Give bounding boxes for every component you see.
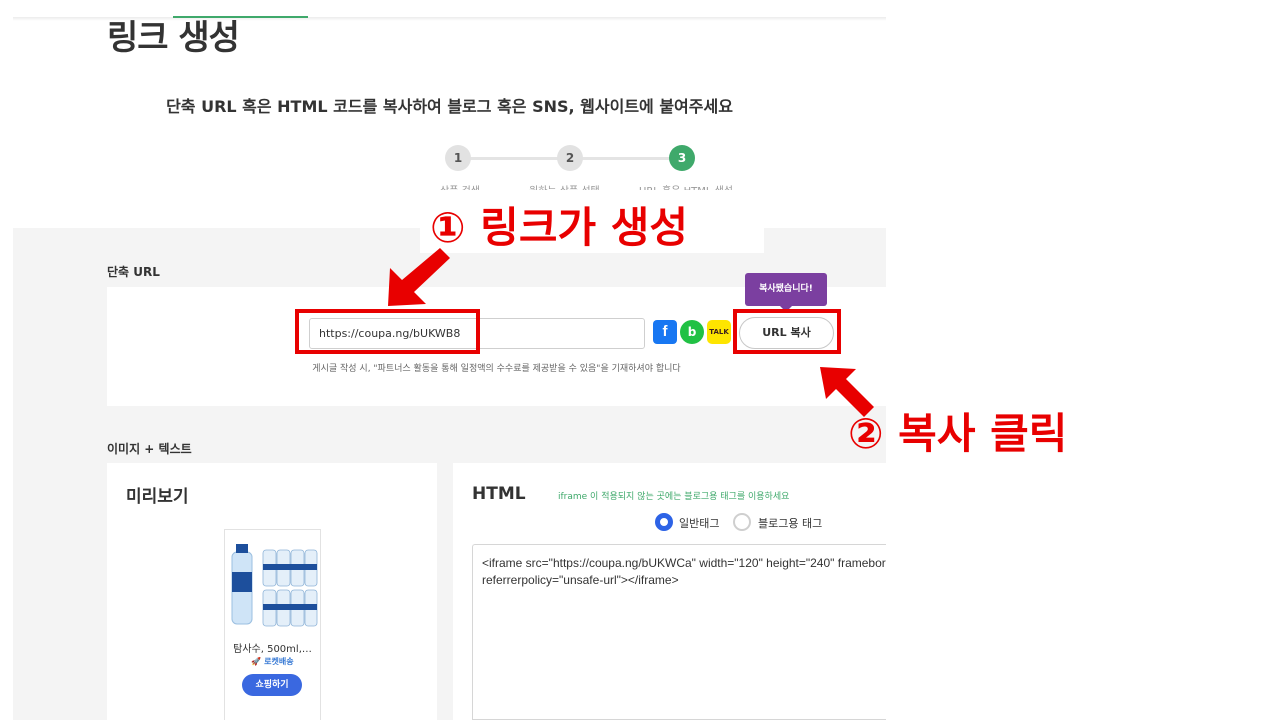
code-line-1: <iframe src="https://coupa.ng/bUKWCa" wi… xyxy=(482,556,886,570)
link-generator-page: 링크 생성 단축 URL 혹은 HTML 코드를 복사하여 블로그 혹은 SNS… xyxy=(13,0,886,720)
radio-blog-tag-label[interactable]: 블로그용 태그 xyxy=(758,515,822,531)
step-3-circle: 3 xyxy=(669,145,695,171)
iframe-note: iframe 이 적용되지 않는 곳에는 블로그용 태그를 이용하세요 xyxy=(558,492,790,502)
facebook-icon[interactable]: f xyxy=(653,320,677,344)
page-subtitle: 단축 URL 혹은 HTML 코드를 복사하여 블로그 혹은 SNS, 웹사이트… xyxy=(166,97,733,116)
product-widget: 탐사수, 500ml,… 🚀 로켓배송 쇼핑하기 xyxy=(224,529,321,720)
copy-button-highlight-box xyxy=(733,309,841,354)
arrow-up-left-icon xyxy=(820,367,874,417)
rocket-icon: 🚀 xyxy=(251,657,262,666)
disclosure-notice: 게시글 작성 시, "파트너스 활동을 통해 일정액의 수수료를 제공받을 수 … xyxy=(312,364,681,374)
copied-tooltip: 복사됐습니다! xyxy=(745,273,827,306)
arrow-down-left-icon xyxy=(388,248,450,306)
rocket-delivery-badge: 🚀 로켓배송 xyxy=(225,656,320,667)
page-title: 링크 생성 xyxy=(107,18,240,58)
image-text-section-label: 이미지 + 텍스트 xyxy=(107,442,192,456)
kakaotalk-icon[interactable]: TALK xyxy=(707,320,731,344)
radio-blog-tag[interactable] xyxy=(733,513,751,531)
short-url-section-label: 단축 URL xyxy=(107,265,160,279)
html-title: HTML xyxy=(472,484,526,504)
rocket-label: 로켓배송 xyxy=(264,657,294,666)
step-1-circle: 1 xyxy=(445,145,471,171)
url-highlight-box xyxy=(295,309,480,354)
radio-general-tag[interactable] xyxy=(655,513,673,531)
annotation-step1: ① 링크가 생성 xyxy=(430,203,689,252)
water-bottle-product-image xyxy=(231,544,318,627)
html-code-textarea[interactable]: <iframe src="https://coupa.ng/bUKWCa" wi… xyxy=(472,544,886,720)
product-name: 탐사수, 500ml,… xyxy=(233,644,312,655)
shop-button[interactable]: 쇼핑하기 xyxy=(242,674,302,696)
tutorial-screenshot: 링크 생성 단축 URL 혹은 HTML 코드를 복사하여 블로그 혹은 SNS… xyxy=(0,0,1280,720)
preview-title: 미리보기 xyxy=(126,487,189,507)
step-2-label: 원하는 상품 선택 xyxy=(529,182,600,190)
step-3-label: URL 혹은 HTML 생성 xyxy=(639,182,733,190)
step-2-circle: 2 xyxy=(557,145,583,171)
band-icon[interactable]: b xyxy=(680,320,704,344)
code-line-2: referrerpolicy="unsafe-url"></iframe> xyxy=(482,573,679,587)
radio-general-tag-label[interactable]: 일반태그 xyxy=(679,515,719,531)
annotation-step2: ② 복사 클릭 xyxy=(848,409,1068,458)
step-1-label: 상품 검색 xyxy=(440,182,480,190)
